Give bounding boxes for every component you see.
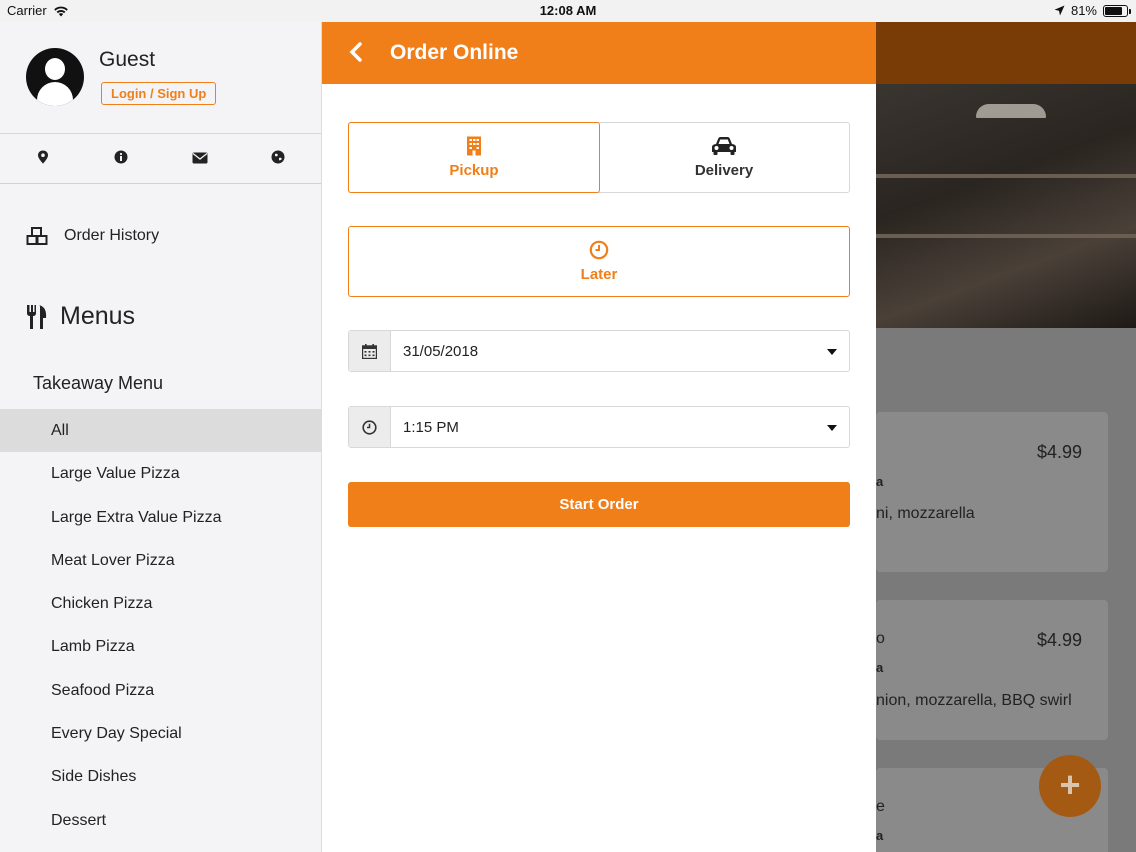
category-item[interactable]: Side Dishes (0, 755, 322, 798)
start-order-button[interactable]: Start Order (348, 482, 850, 527)
info-icon-bar (0, 134, 321, 184)
menu-content-background: $4.99 a ni, mozzarella o $4.99 a nion, m… (876, 22, 1136, 852)
status-bar: Carrier 12:08 AM 81% (0, 0, 1136, 22)
login-signup-button[interactable]: Login / Sign Up (101, 82, 217, 105)
category-item[interactable]: All (0, 409, 322, 453)
order-online-panel: Order Online Pickup Delivery Later 31/05… (322, 22, 876, 852)
avatar-icon[interactable] (26, 48, 84, 106)
clock-icon (589, 240, 609, 260)
category-list: All Large Value Pizza Large Extra Value … (0, 409, 322, 842)
envelope-icon[interactable] (180, 151, 220, 167)
order-history-label: Order History (64, 227, 160, 244)
menu-card[interactable]: o $4.99 a nion, mozzarella, BBQ swirl (876, 600, 1108, 740)
date-value: 31/05/2018 (403, 342, 479, 360)
battery-percent: 81% (1070, 3, 1097, 18)
caret-down-icon (827, 425, 837, 431)
back-button[interactable] (322, 38, 390, 69)
menu-card[interactable]: $4.99 a ni, mozzarella (876, 412, 1108, 572)
category-item[interactable]: Seafood Pizza (0, 669, 322, 712)
category-item[interactable]: Chicken Pizza (0, 582, 322, 625)
cubes-icon (26, 227, 48, 245)
later-button[interactable]: Later (348, 226, 850, 297)
time-value: 1:15 PM (403, 418, 459, 436)
date-select[interactable]: 31/05/2018 (348, 330, 850, 372)
delivery-label: Delivery (694, 162, 754, 179)
guest-name: Guest (99, 48, 156, 71)
add-fab-button[interactable]: + (1039, 755, 1101, 817)
calendar-icon (349, 331, 391, 371)
category-item[interactable]: Dessert (0, 799, 322, 842)
globe-icon[interactable] (258, 150, 298, 167)
category-item[interactable]: Lamb Pizza (0, 625, 322, 668)
panel-header: Order Online (322, 22, 876, 84)
clock-icon (349, 407, 391, 447)
category-item[interactable]: Large Extra Value Pizza (0, 496, 322, 539)
pickup-label: Pickup (449, 162, 499, 179)
profile-section: Guest Login / Sign Up (0, 22, 321, 134)
card-price: $4.99 (1036, 442, 1082, 462)
battery-icon (1103, 4, 1131, 17)
location-arrow-icon (1054, 5, 1065, 16)
chevron-left-icon (349, 41, 362, 62)
category-item[interactable]: Meat Lover Pizza (0, 539, 322, 582)
utensils-icon (27, 304, 47, 329)
pickup-button[interactable]: Pickup (348, 122, 600, 193)
card-price: $4.99 (1036, 630, 1082, 650)
restaurant-photo (876, 84, 1136, 328)
later-label: Later (580, 266, 618, 283)
menus-heading: Menus (26, 302, 135, 331)
info-icon[interactable] (101, 150, 141, 167)
time-select[interactable]: 1:15 PM (348, 406, 850, 448)
category-item[interactable]: Large Value Pizza (0, 452, 322, 495)
side-menu: Guest Login / Sign Up Order History Menu… (0, 22, 322, 852)
car-icon (712, 137, 736, 155)
plus-icon: + (1059, 764, 1081, 805)
delivery-button[interactable]: Delivery (599, 123, 849, 192)
caret-down-icon (827, 349, 837, 355)
takeaway-menu-label[interactable]: Takeaway Menu (33, 373, 163, 394)
panel-title: Order Online (390, 41, 519, 64)
category-item[interactable]: Every Day Special (0, 712, 322, 755)
clock: 12:08 AM (539, 3, 597, 18)
order-type-toggle: Pickup Delivery (348, 122, 850, 193)
building-icon (467, 136, 481, 156)
menus-title: Menus (60, 302, 136, 330)
order-history-link[interactable]: Order History (26, 227, 159, 245)
content-header (876, 22, 1136, 84)
map-marker-icon[interactable] (23, 150, 63, 167)
